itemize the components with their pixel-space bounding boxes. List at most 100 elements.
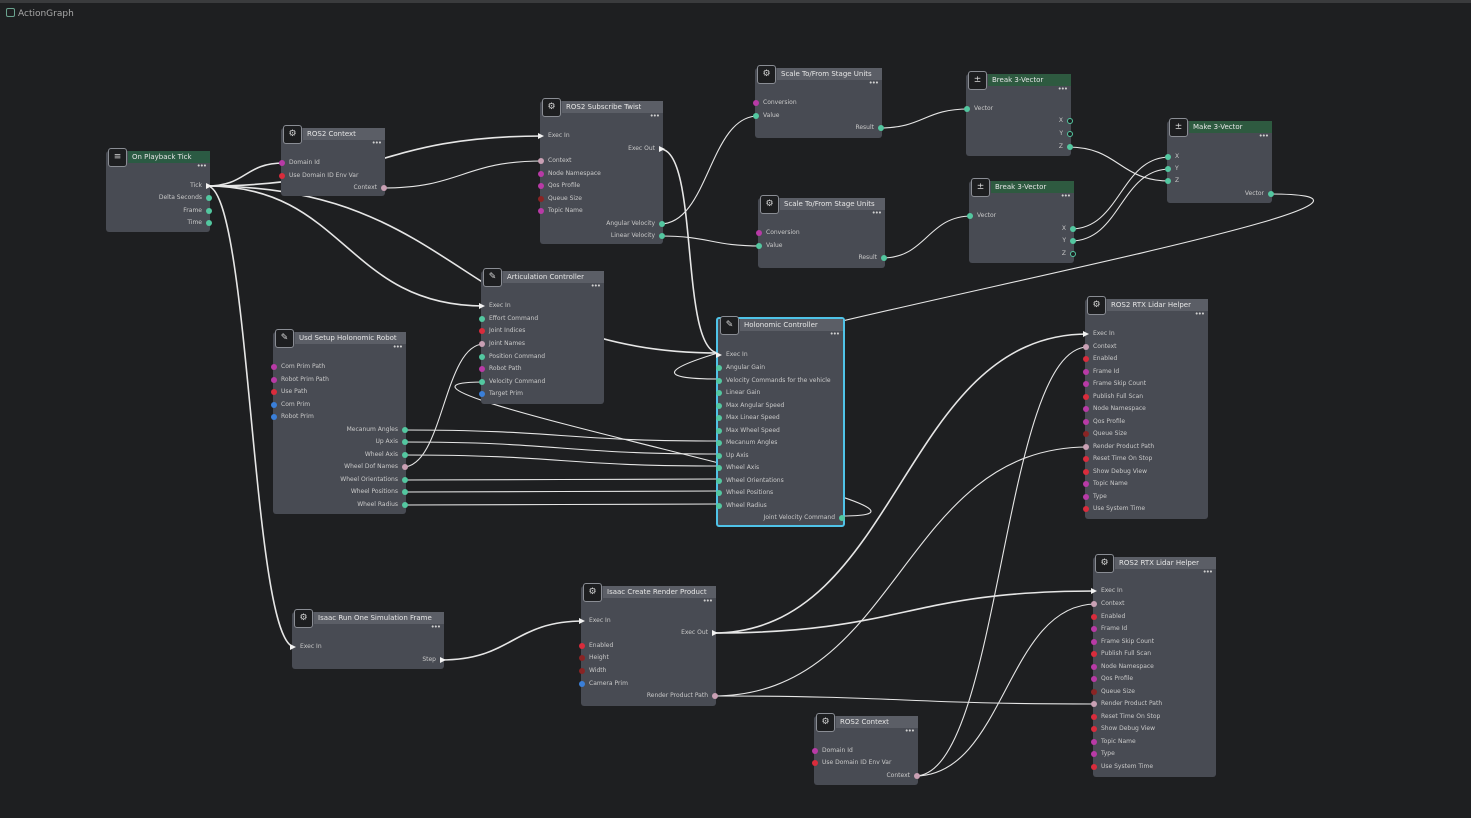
port-in[interactable] — [1091, 676, 1097, 682]
port-in[interactable] — [756, 230, 762, 236]
port-in[interactable] — [1165, 154, 1171, 160]
port-in[interactable] — [812, 748, 818, 754]
exec-port-out[interactable] — [206, 183, 212, 189]
port-in[interactable] — [271, 389, 277, 395]
port-in[interactable] — [1091, 764, 1097, 770]
port-out[interactable] — [1070, 238, 1076, 244]
node-menu-button[interactable]: ••• — [1259, 133, 1269, 140]
node-menu-button[interactable]: ••• — [197, 163, 207, 170]
port-in[interactable] — [1083, 394, 1089, 400]
port-out[interactable] — [1268, 191, 1274, 197]
node-menu-button[interactable]: ••• — [1195, 311, 1205, 318]
port-in[interactable] — [479, 316, 485, 322]
port-in[interactable] — [579, 668, 585, 674]
port-in[interactable] — [538, 158, 544, 164]
port-in[interactable] — [1091, 651, 1097, 657]
port-in[interactable] — [1091, 751, 1097, 757]
port-in[interactable] — [716, 503, 722, 509]
port-in[interactable] — [1091, 701, 1097, 707]
port-out[interactable] — [1070, 251, 1076, 257]
port-in[interactable] — [538, 196, 544, 202]
exec-port-in[interactable] — [1083, 331, 1089, 337]
port-in[interactable] — [538, 183, 544, 189]
port-out[interactable] — [206, 220, 212, 226]
port-in[interactable] — [967, 213, 973, 219]
port-out[interactable] — [712, 693, 718, 699]
port-out[interactable] — [402, 427, 408, 433]
port-in[interactable] — [1083, 494, 1089, 500]
node-menu-button[interactable]: ••• — [431, 624, 441, 631]
exec-port-in[interactable] — [579, 618, 585, 624]
exec-port-in[interactable] — [479, 303, 485, 309]
node-menu-button[interactable]: ••• — [703, 598, 713, 605]
port-in[interactable] — [579, 655, 585, 661]
port-in[interactable] — [279, 160, 285, 166]
port-out[interactable] — [659, 221, 665, 227]
port-in[interactable] — [1091, 739, 1097, 745]
port-in[interactable] — [1083, 444, 1089, 450]
port-in[interactable] — [1165, 178, 1171, 184]
exec-port-in[interactable] — [716, 352, 722, 358]
port-in[interactable] — [271, 402, 277, 408]
port-out[interactable] — [839, 515, 845, 521]
port-in[interactable] — [1083, 344, 1089, 350]
port-in[interactable] — [1083, 356, 1089, 362]
node-sc1[interactable]: ⚙ Scale To/From Stage Units ••• Conversion V… — [753, 65, 884, 138]
node-menu-button[interactable]: ••• — [1058, 86, 1068, 93]
port-in[interactable] — [1083, 469, 1089, 475]
port-in[interactable] — [538, 171, 544, 177]
node-menu-button[interactable]: ••• — [830, 331, 840, 338]
graph-canvas[interactable]: ≡ On Playback Tick ••• Tick Delta Seconds Fra… — [0, 0, 1471, 818]
port-in[interactable] — [1091, 664, 1097, 670]
port-in[interactable] — [1091, 639, 1097, 645]
port-out[interactable] — [881, 255, 887, 261]
exec-port-in[interactable] — [290, 644, 296, 650]
port-in[interactable] — [812, 760, 818, 766]
port-in[interactable] — [756, 243, 762, 249]
port-in[interactable] — [271, 377, 277, 383]
port-in[interactable] — [1091, 714, 1097, 720]
port-in[interactable] — [1165, 166, 1171, 172]
port-in[interactable] — [479, 379, 485, 385]
port-in[interactable] — [1083, 431, 1089, 437]
port-out[interactable] — [1070, 226, 1076, 232]
port-in[interactable] — [479, 366, 485, 372]
port-in[interactable] — [753, 113, 759, 119]
port-out[interactable] — [402, 502, 408, 508]
node-menu-button[interactable]: ••• — [1203, 569, 1213, 576]
port-in[interactable] — [479, 354, 485, 360]
port-out[interactable] — [914, 773, 920, 779]
node-menu-button[interactable]: ••• — [1061, 193, 1071, 200]
node-usd[interactable]: ✎ Usd Setup Holonomic Robot ••• Com Prim Pa… — [271, 329, 408, 514]
node-br1[interactable]: ± Break 3-Vector ••• Vector X Y Z — [964, 71, 1073, 156]
port-in[interactable] — [716, 478, 722, 484]
node-menu-button[interactable]: ••• — [905, 728, 915, 735]
port-in[interactable] — [1083, 506, 1089, 512]
port-in[interactable] — [479, 341, 485, 347]
port-in[interactable] — [716, 428, 722, 434]
port-in[interactable] — [1091, 626, 1097, 632]
port-out[interactable] — [206, 195, 212, 201]
port-in[interactable] — [716, 465, 722, 471]
port-in[interactable] — [538, 208, 544, 214]
exec-port-in[interactable] — [538, 133, 544, 139]
port-in[interactable] — [271, 364, 277, 370]
exec-port-out[interactable] — [440, 657, 446, 663]
port-in[interactable] — [579, 643, 585, 649]
node-menu-button[interactable]: ••• — [872, 210, 882, 217]
port-out[interactable] — [402, 464, 408, 470]
port-in[interactable] — [1091, 726, 1097, 732]
node-rp[interactable]: ⚙ Isaac Create Render Product ••• Exec In Ex… — [579, 583, 718, 706]
port-out[interactable] — [402, 489, 408, 495]
node-lid1[interactable]: ⚙ ROS2 RTX Lidar Helper ••• Exec In Context E… — [1083, 296, 1208, 519]
port-in[interactable] — [271, 414, 277, 420]
node-lid2[interactable]: ⚙ ROS2 RTX Lidar Helper ••• Exec In Context E… — [1091, 554, 1216, 777]
port-in[interactable] — [1091, 614, 1097, 620]
port-out[interactable] — [1067, 118, 1073, 124]
node-ctx2[interactable]: ⚙ ROS2 Context ••• Domain Id Use Domain ID E… — [812, 713, 920, 785]
node-menu-button[interactable]: ••• — [372, 140, 382, 147]
node-menu-button[interactable]: ••• — [869, 80, 879, 87]
node-sub[interactable]: ⚙ ROS2 Subscribe Twist ••• Exec In Exec Out C… — [538, 98, 665, 244]
node-tick[interactable]: ≡ On Playback Tick ••• Tick Delta Seconds Fra… — [106, 148, 212, 232]
port-in[interactable] — [1083, 419, 1089, 425]
